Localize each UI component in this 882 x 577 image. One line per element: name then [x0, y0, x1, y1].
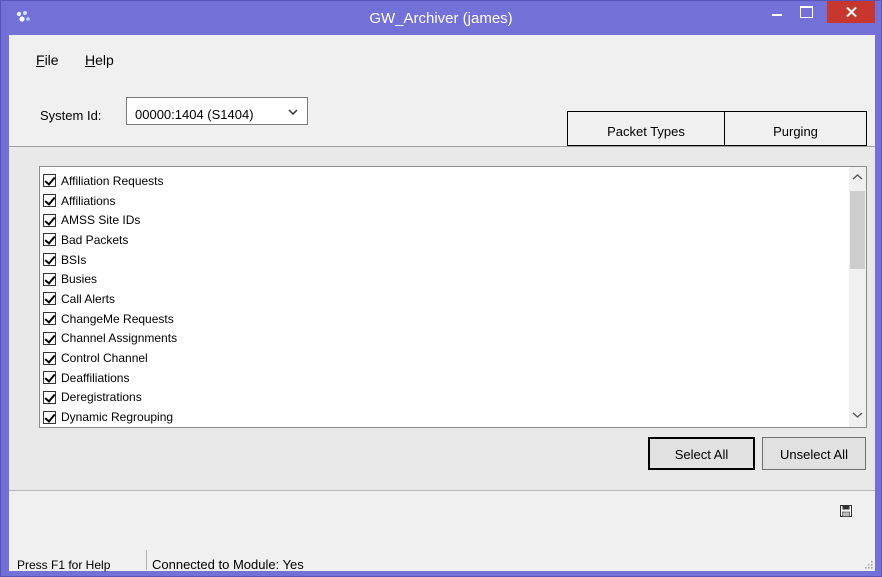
- scroll-up-icon[interactable]: [852, 173, 863, 181]
- checkbox[interactable]: [43, 174, 56, 188]
- list-item[interactable]: AMSS Site IDs: [43, 210, 177, 230]
- checkbox[interactable]: [43, 233, 56, 247]
- maximize-button[interactable]: [793, 1, 819, 23]
- tab-purging[interactable]: Purging: [724, 111, 867, 146]
- list-item-label: Bad Packets: [61, 232, 129, 247]
- list-item[interactable]: Deregistrations: [43, 388, 177, 408]
- checkbox[interactable]: [43, 331, 56, 345]
- list-item-label: BSIs: [61, 252, 87, 267]
- list-item-label: Channel Assignments: [61, 331, 178, 346]
- menu-bar: [9, 35, 875, 57]
- menu-help[interactable]: Help: [85, 52, 114, 68]
- packet-types-list[interactable]: Affiliation Requests Affiliations AMSS Sit…: [39, 166, 867, 428]
- checkbox[interactable]: [43, 410, 56, 424]
- checkbox[interactable]: [43, 292, 56, 306]
- list-item[interactable]: BSIs: [43, 250, 177, 270]
- vertical-scrollbar[interactable]: [849, 167, 866, 427]
- chevron-down-icon: [288, 109, 298, 116]
- list-item-label: Deregistrations: [61, 390, 142, 405]
- select-all-button[interactable]: Select All: [648, 437, 755, 470]
- checkbox[interactable]: [43, 390, 56, 404]
- list-item[interactable]: Channel Assignments: [43, 329, 177, 349]
- window-title: GW_Archiver (james): [369, 10, 513, 27]
- list-item[interactable]: Busies: [43, 269, 177, 289]
- system-id-label: System Id:: [40, 108, 102, 123]
- scroll-down-icon[interactable]: [852, 411, 863, 419]
- client-area: File Help System Id: 00000:1404 (S1404) …: [9, 35, 875, 572]
- list-item[interactable]: Bad Packets: [43, 230, 177, 250]
- menu-help-mnemonic: H: [85, 52, 96, 68]
- checkbox[interactable]: [43, 194, 56, 208]
- list-item-label: Dynamic Regrouping: [61, 410, 174, 425]
- menu-file[interactable]: File: [36, 52, 59, 68]
- tab-packet-types[interactable]: Packet Types: [567, 111, 724, 146]
- app-window: GW_Archiver (james) File Help System Id:…: [0, 0, 882, 577]
- status-help-text: Press F1 for Help: [17, 558, 111, 572]
- packet-types-items: Affiliation Requests Affiliations AMSS Sit…: [43, 171, 177, 427]
- menu-file-mnemonic: F: [36, 52, 45, 68]
- title-bar[interactable]: GW_Archiver (james): [1, 1, 881, 35]
- list-item[interactable]: ChangeMe Requests: [43, 309, 177, 329]
- list-item-label: Control Channel: [61, 351, 148, 366]
- checkbox[interactable]: [43, 272, 56, 286]
- list-item-label: Deaffiliations: [61, 370, 130, 385]
- list-item-label: Affiliations: [61, 193, 116, 208]
- list-item-label: AMSS Site IDs: [61, 213, 141, 228]
- list-item[interactable]: Affiliations: [43, 191, 177, 211]
- checkbox[interactable]: [43, 371, 56, 385]
- checkbox[interactable]: [43, 351, 56, 365]
- packet-types-panel: Affiliation Requests Affiliations AMSS Sit…: [9, 146, 875, 491]
- resize-grip-icon[interactable]: [863, 559, 873, 569]
- list-item[interactable]: Control Channel: [43, 348, 177, 368]
- status-bar: Press F1 for Help Connected to Module: Y…: [9, 542, 875, 572]
- menu-help-label: elp: [95, 52, 114, 68]
- list-item[interactable]: Affiliation Requests: [43, 171, 177, 191]
- list-item[interactable]: Deaffiliations: [43, 368, 177, 388]
- status-connection-text: Connected to Module: Yes: [152, 557, 304, 572]
- system-id-select[interactable]: 00000:1404 (S1404): [126, 97, 308, 125]
- menu-file-label: ile: [44, 52, 59, 68]
- close-button[interactable]: [827, 1, 875, 23]
- status-separator: [146, 550, 147, 570]
- list-item[interactable]: Dynamic Regrouping: [43, 407, 177, 427]
- list-item-label: Affiliation Requests: [61, 173, 164, 188]
- unselect-all-button[interactable]: Unselect All: [762, 437, 866, 470]
- list-item-label: Busies: [61, 272, 98, 287]
- checkbox[interactable]: [43, 213, 56, 227]
- list-item[interactable]: Call Alerts: [43, 289, 177, 309]
- checkbox[interactable]: [43, 312, 56, 326]
- system-id-value: 00000:1404 (S1404): [135, 107, 254, 122]
- list-item-label: Call Alerts: [61, 291, 116, 306]
- list-item-label: ChangeMe Requests: [61, 311, 174, 326]
- scrollbar-thumb[interactable]: [850, 191, 865, 269]
- save-icon[interactable]: [840, 505, 852, 517]
- checkbox[interactable]: [43, 253, 56, 267]
- minimize-button[interactable]: [764, 1, 790, 23]
